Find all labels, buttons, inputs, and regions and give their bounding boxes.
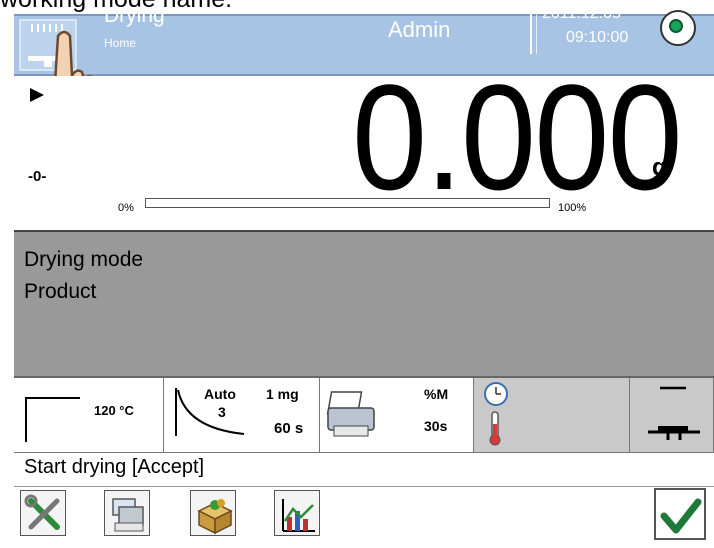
database-icon <box>112 498 144 532</box>
prompt-text: Start drying [Accept] <box>24 456 205 478</box>
user-name: Admin <box>388 17 451 42</box>
temperature-profile-tile[interactable] <box>14 378 164 452</box>
header-divider <box>530 6 532 54</box>
tare-tile[interactable] <box>630 378 714 452</box>
tare-icon <box>648 386 700 440</box>
progress-min-label: 0% <box>118 202 134 214</box>
status-indicator-icon <box>669 19 683 33</box>
progress-max-label: 100% <box>558 202 587 214</box>
settings-button[interactable] <box>20 490 66 536</box>
checkmark-icon <box>660 498 702 534</box>
info-line-mode: Drying mode <box>24 248 144 271</box>
finish-time-value: 60 s <box>274 420 304 437</box>
date-display: 2011.12.05 <box>542 5 621 22</box>
statistics-button[interactable] <box>274 490 320 536</box>
product-box-icon <box>197 499 233 535</box>
mass-unit: g <box>652 154 667 181</box>
printout-tile[interactable] <box>320 378 474 452</box>
temperature-value: 120 °C <box>94 403 134 418</box>
load-progress-bar <box>145 198 550 208</box>
printout-interval-value: 30s <box>424 418 448 434</box>
stability-marker-icon <box>30 88 44 102</box>
header-divider <box>536 6 537 54</box>
tools-icon <box>24 494 60 530</box>
databases-button[interactable] <box>104 490 150 536</box>
printout-mode-label: %M <box>424 386 449 402</box>
temperature-profile-icon <box>25 397 80 442</box>
time-display: 09:10:00 <box>566 29 629 46</box>
finish-mode-label: Auto <box>204 386 236 402</box>
accept-button[interactable] <box>654 488 706 540</box>
finish-mass-value: 1 mg <box>266 386 299 402</box>
mass-reading: 0.000 <box>352 53 683 221</box>
time-temperature-tile[interactable] <box>474 378 630 452</box>
finish-mode-number: 3 <box>218 404 226 420</box>
statistics-chart-icon <box>282 499 315 532</box>
zero-indicator: -0- <box>28 168 47 185</box>
mode-title: Drying <box>104 4 165 27</box>
products-button[interactable] <box>190 490 236 536</box>
mode-subtitle: Home <box>104 36 137 50</box>
info-line-product: Product <box>24 280 97 303</box>
printer-icon <box>326 391 375 437</box>
